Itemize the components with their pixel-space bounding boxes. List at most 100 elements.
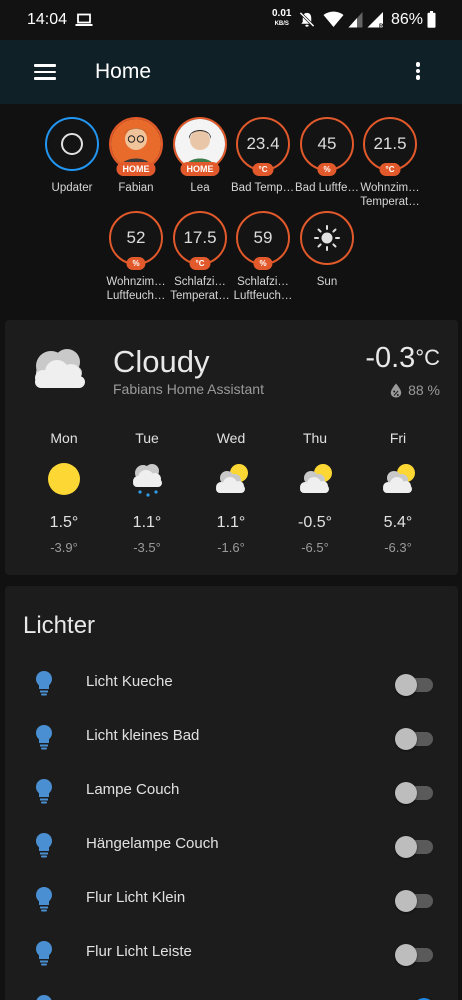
status-time: 14:04 — [27, 11, 68, 28]
humidity-value: 88 % — [408, 382, 440, 398]
badge-label: Fabian — [118, 182, 154, 194]
light-toggle[interactable] — [395, 890, 435, 912]
badge-unit: % — [126, 257, 146, 270]
lightbulb-icon — [36, 779, 52, 804]
lightbulb-icon — [36, 725, 52, 750]
badge-schlafzimmer-temperatur[interactable]: 17.5 °C Schlafzi… Temperat… — [168, 211, 232, 303]
light-toggle[interactable] — [395, 728, 435, 750]
badge-circle — [300, 211, 354, 265]
circle-outline-icon — [61, 133, 83, 155]
laptop-icon — [75, 13, 93, 26]
badge-label: Updater — [51, 182, 93, 194]
badge-updater[interactable]: Updater — [40, 117, 104, 195]
badge-schlafzimmer-luftfeuchte[interactable]: 59 % Schlafzi… Luftfeuch… — [231, 211, 295, 303]
badge-value: 45 — [317, 134, 337, 153]
badge-wohnzimmer-luftfeuchte[interactable]: 52 % Wohnzim… Luftfeuch… — [104, 211, 168, 303]
forecast-day-name: Mon — [50, 430, 78, 446]
badge-label: Lea — [190, 182, 210, 194]
forecast-high: -0.5° — [298, 514, 332, 531]
partly-cloudy-icon — [383, 464, 415, 493]
lightbulb-icon — [36, 995, 52, 1000]
weather-card[interactable]: Cloudy Fabians Home Assistant -0.3°C 88 … — [5, 320, 458, 575]
hamburger-menu-icon[interactable] — [34, 64, 56, 80]
weather-humidity: 88 % — [390, 382, 440, 398]
forecast-low: -6.5° — [301, 540, 329, 555]
forecast-day: Mon 1.5° -3.9° — [29, 430, 99, 555]
badge-bad-luftfeuchte[interactable]: 45 % Bad Luftfeuch… — [295, 117, 359, 195]
badge-circle: 21.5 °C — [363, 117, 417, 176]
light-label: Lampe Couch — [86, 781, 180, 798]
app-bar: Home — [0, 40, 462, 104]
partly-cloudy-icon — [216, 464, 248, 493]
forecast-low: -1.6° — [217, 540, 245, 555]
light-toggle[interactable] — [395, 782, 435, 804]
snowy-icon — [133, 464, 162, 497]
badge-state-tag: HOME — [116, 162, 156, 176]
forecast-day: Wed 1.1° -1.6° — [196, 430, 266, 555]
light-label: Hängelampe Couch — [86, 835, 219, 852]
light-row[interactable]: Licht kleines Bad — [5, 710, 458, 764]
badge-circle — [45, 117, 99, 171]
light-row[interactable]: Lampe Couch — [5, 764, 458, 818]
light-toggle[interactable] — [395, 674, 435, 696]
card-title: Lichter — [23, 612, 96, 639]
signal-icon — [348, 12, 363, 28]
lightbulb-icon — [36, 671, 52, 696]
forecast-day: Fri 5.4° -6.3° — [363, 430, 433, 555]
forecast-low: -6.3° — [384, 540, 412, 555]
badge-circle: 52 % — [109, 211, 163, 270]
status-bar: 14:04 0.01 KB/S R 86% — [0, 0, 462, 40]
badge-value: 59 — [253, 228, 273, 247]
light-label: Licht kleines Bad — [86, 727, 200, 744]
badge-value: 52 — [126, 228, 146, 247]
badge-wohnzimmer-temperatur[interactable]: 21.5 °C Wohnzim… Temperat… — [358, 117, 422, 209]
forecast-low: -3.9° — [50, 540, 78, 555]
light-row[interactable]: Flur Licht Leiste — [5, 926, 458, 980]
bell-off-icon — [299, 11, 315, 28]
lightbulb-icon — [36, 941, 52, 966]
page-title: Home — [95, 60, 152, 83]
wifi-icon — [323, 11, 344, 27]
badge-label: Bad Temperat… — [231, 182, 295, 194]
battery-icon — [427, 11, 436, 28]
forecast-day-name: Fri — [389, 430, 407, 446]
badge-label: Bad Luftfeuch… — [295, 182, 359, 194]
lightbulb-icon — [36, 887, 52, 912]
badge-circle: 23.4 °C — [236, 117, 290, 176]
badge-unit: °C — [252, 163, 274, 176]
forecast-low: -3.5° — [133, 540, 161, 555]
forecast-day-name: Tue — [135, 430, 159, 446]
badge-state-tag: HOME — [180, 162, 220, 176]
forecast-day: Thu -0.5° -6.5° — [280, 430, 350, 555]
light-toggle[interactable] — [395, 836, 435, 858]
badge-circle: 45 % — [300, 117, 354, 176]
badge-circle: 17.5 °C — [173, 211, 227, 270]
water-percent-icon — [390, 383, 402, 397]
light-label: Licht Kueche — [86, 673, 173, 690]
badge-unit: % — [317, 163, 337, 176]
forecast-high: 5.4° — [383, 514, 413, 531]
badge-unit: °C — [189, 257, 211, 270]
weather-condition: Cloudy — [113, 344, 210, 379]
badge-value: 17.5 — [183, 228, 217, 247]
signal-roaming-icon: R — [367, 12, 384, 28]
badge-label: Wohnzim… Luftfeuch… — [106, 276, 166, 302]
light-row[interactable]: Flur Licht Klein — [5, 872, 458, 926]
light-row[interactable] — [5, 980, 458, 1000]
more-vert-icon[interactable] — [410, 62, 426, 82]
light-toggle[interactable] — [395, 944, 435, 966]
badge-person-lea[interactable]: HOME Lea — [168, 117, 232, 195]
badge-person-fabian[interactable]: HOME Fabian — [104, 117, 168, 195]
temperature-unit: °C — [415, 345, 440, 370]
badge-sun[interactable]: Sun — [295, 211, 359, 289]
badge-unit: % — [253, 257, 273, 270]
light-row[interactable]: Licht Kueche — [5, 656, 458, 710]
light-row[interactable]: Hängelampe Couch — [5, 818, 458, 872]
badge-value: 21.5 — [373, 134, 407, 153]
badge-circle: HOME — [173, 117, 227, 176]
badge-bad-temperatur[interactable]: 23.4 °C Bad Temperat… — [231, 117, 295, 195]
partly-cloudy-icon — [300, 464, 332, 493]
svg-text:R: R — [379, 24, 384, 28]
forecast-high: 1.1° — [132, 514, 162, 531]
network-speed-unit: KB/S — [274, 21, 289, 27]
